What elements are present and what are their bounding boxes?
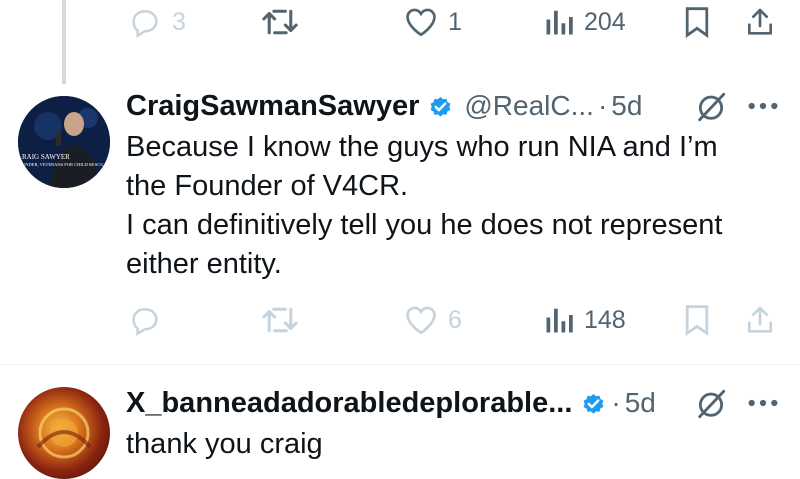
- tweet-text: Because I know the guys who run NIA and …: [126, 128, 786, 284]
- like-count: 1: [448, 7, 462, 36]
- share-button[interactable]: [744, 0, 776, 46]
- views-count: 204: [584, 7, 626, 36]
- text-line: I can definitively tell you he does not …: [126, 209, 723, 241]
- tweet-header: X_banneadadorabledeplorable... · 5d: [126, 381, 656, 425]
- tweet-text: thank you craig: [126, 425, 786, 464]
- like-button[interactable]: 6: [404, 296, 462, 344]
- reply-button[interactable]: 3: [128, 0, 186, 46]
- speech-bubble-icon: [132, 10, 158, 38]
- speech-bubble-icon: [132, 308, 158, 336]
- display-name[interactable]: X_banneadadorabledeplorable...: [126, 387, 572, 420]
- avatar-photo: [18, 96, 110, 188]
- repost-button[interactable]: [260, 0, 300, 46]
- display-name[interactable]: CraigSawmanSawyer: [126, 90, 419, 123]
- avatar[interactable]: RAIG SAWYER UNDER, VETERANS FOR CHILD RE…: [18, 96, 110, 188]
- reply-button[interactable]: [128, 296, 162, 344]
- timestamp[interactable]: 5d: [611, 90, 642, 122]
- bookmark-icon: [685, 305, 709, 337]
- like-button[interactable]: 1: [404, 0, 462, 46]
- heart-icon: [406, 306, 436, 335]
- repost-arrows-icon: [262, 9, 298, 35]
- views-button[interactable]: 148: [544, 296, 626, 344]
- share-button[interactable]: [744, 296, 776, 344]
- avatar[interactable]: [18, 387, 110, 479]
- share-upload-icon: [748, 306, 772, 333]
- avatar-caption: RAIG SAWYER UNDER, VETERANS FOR CHILD RE…: [22, 153, 104, 167]
- share-upload-icon: [748, 8, 772, 35]
- tweet-action-row: 6 148: [0, 296, 800, 344]
- handle[interactable]: @RealC...: [464, 90, 594, 122]
- repost-arrows-icon: [262, 307, 298, 333]
- tweet-header: CraigSawmanSawyer @RealC... · 5d: [126, 84, 642, 128]
- like-count: 6: [448, 305, 462, 334]
- views-button[interactable]: 204: [544, 0, 626, 46]
- bookmark-button[interactable]: [683, 0, 711, 46]
- grok-slash-circle-icon[interactable]: [694, 90, 728, 129]
- bar-chart-icon: [546, 10, 573, 35]
- tweet-x-banned[interactable]: X_banneadadorabledeplorable... · 5d than…: [0, 365, 800, 479]
- bookmark-icon: [685, 7, 709, 39]
- separator-dot: ·: [597, 90, 608, 121]
- verified-badge-icon[interactable]: [580, 390, 607, 417]
- separator-dot: ·: [611, 387, 621, 418]
- timestamp[interactable]: 5d: [625, 387, 656, 419]
- ellipsis-icon[interactable]: [746, 391, 780, 420]
- bookmark-button[interactable]: [683, 296, 711, 344]
- ellipsis-icon[interactable]: [746, 94, 780, 123]
- grok-slash-circle-icon[interactable]: [694, 387, 728, 426]
- tweet-craig[interactable]: RAIG SAWYER UNDER, VETERANS FOR CHILD RE…: [0, 84, 800, 364]
- heart-icon: [406, 8, 436, 37]
- verified-badge-icon[interactable]: [427, 93, 454, 120]
- text-line: the Founder of V4CR.: [126, 170, 409, 202]
- text-line: either entity.: [126, 248, 282, 280]
- text-line: thank you craig: [126, 428, 323, 460]
- bar-chart-icon: [546, 308, 573, 333]
- avatar-photo: [36, 407, 92, 459]
- reply-count: 3: [172, 7, 186, 36]
- views-count: 148: [584, 305, 626, 334]
- text-line: Because I know the guys who run NIA and …: [126, 131, 718, 163]
- repost-button[interactable]: [260, 296, 300, 344]
- top-action-row: 3 1 204: [0, 0, 800, 46]
